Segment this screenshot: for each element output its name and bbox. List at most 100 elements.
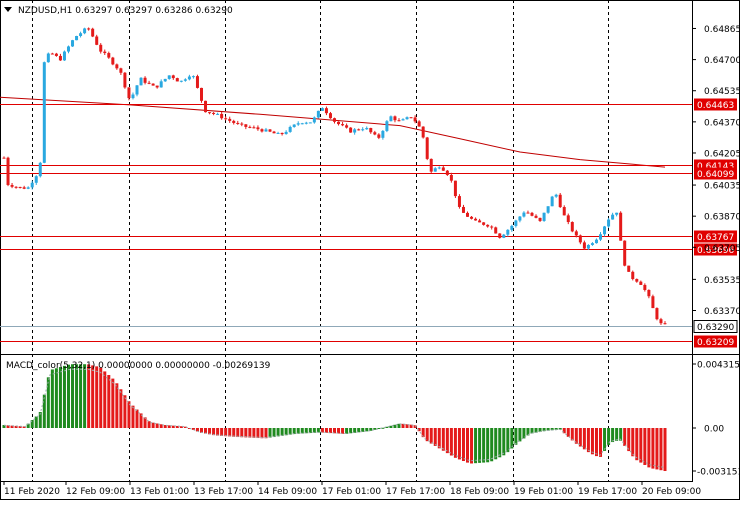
candle-body xyxy=(623,240,627,266)
candle-body xyxy=(123,72,127,88)
candle-body xyxy=(574,231,578,236)
candle-body xyxy=(353,129,357,133)
candle-body xyxy=(256,127,260,130)
candle-body xyxy=(651,296,655,309)
candle-body xyxy=(316,110,320,118)
candle-body xyxy=(461,206,465,213)
candle-body xyxy=(83,28,87,34)
candle-body xyxy=(131,94,135,99)
macd-bar xyxy=(220,428,224,436)
candle-body xyxy=(2,157,6,159)
candle-body xyxy=(272,131,276,134)
macd-bar xyxy=(87,364,91,428)
candle-body xyxy=(248,126,252,128)
macd-bar xyxy=(236,428,240,438)
candle-body xyxy=(155,85,159,88)
current-price-label: 0.63290 xyxy=(697,323,734,333)
candle-body xyxy=(111,57,115,65)
candle-body xyxy=(369,128,373,133)
candle-body xyxy=(42,62,46,163)
candle-body xyxy=(474,218,478,221)
candle-body xyxy=(220,113,224,119)
candle-body xyxy=(71,40,75,47)
time-label-5: 17 Feb 01:00 xyxy=(322,487,381,497)
candle-body xyxy=(288,126,292,132)
price-chart[interactable]: 0.644630.641430.640990.637670.636960.632… xyxy=(0,0,740,500)
price-tick-8: 0.63535 xyxy=(704,276,740,286)
candle-body xyxy=(34,176,38,183)
candle-body xyxy=(208,112,212,114)
macd-tick-2: -0.003151 xyxy=(697,468,740,478)
macd-tick-0: 0.0043154 xyxy=(697,361,740,371)
macd-bar xyxy=(256,428,260,439)
macd-bar xyxy=(216,428,220,436)
chart-window[interactable]: 0.64463 0.64143 0.64099 0.63767 0.63696 0.632… xyxy=(0,0,740,500)
macd-bar xyxy=(478,428,482,463)
price-tick-7: 0.63705 xyxy=(704,244,740,254)
macd-bar xyxy=(228,428,232,437)
candle-body xyxy=(453,180,457,197)
macd-bar xyxy=(83,364,87,428)
macd-bar xyxy=(252,428,256,438)
candle-body xyxy=(236,122,240,124)
candle-body xyxy=(647,289,651,297)
candle-body xyxy=(244,124,248,127)
candle-body xyxy=(558,194,562,208)
macd-bar xyxy=(244,428,248,438)
candle-body xyxy=(405,117,409,120)
macd-bar xyxy=(284,428,288,436)
macd-bar xyxy=(272,428,276,438)
candle-body xyxy=(50,53,54,55)
candle-body xyxy=(377,134,381,138)
candle-body xyxy=(199,87,203,101)
macd-bar xyxy=(445,428,449,454)
candle-body xyxy=(91,28,95,37)
macd-bar xyxy=(34,416,38,428)
macd-bar xyxy=(240,428,244,438)
macd-bar xyxy=(474,428,478,464)
candle-body xyxy=(599,234,603,240)
macd-bar xyxy=(590,428,594,455)
candle-body xyxy=(163,78,167,82)
candle-body xyxy=(345,125,349,128)
time-label-0: 11 Feb 2020 xyxy=(4,487,60,497)
candle-body xyxy=(147,82,151,84)
candle-body xyxy=(401,119,405,121)
candle-body xyxy=(75,36,79,41)
macd-bar xyxy=(115,383,119,428)
candle-body xyxy=(663,323,667,325)
candle-body xyxy=(127,87,131,99)
macd-bar xyxy=(260,428,264,439)
macd-bar xyxy=(288,428,292,435)
candle-body xyxy=(312,117,316,123)
macd-bar xyxy=(594,428,598,457)
candle-body xyxy=(482,222,486,225)
candle-body xyxy=(66,46,70,52)
candle-body xyxy=(530,212,534,216)
candle-body xyxy=(627,265,631,272)
price-tick-4: 0.64205 xyxy=(704,149,740,159)
candle-body xyxy=(119,68,123,73)
candle-body xyxy=(79,33,83,37)
candle-body xyxy=(445,170,449,175)
macd-bar xyxy=(453,428,457,458)
macd-bar xyxy=(518,428,522,442)
candle-body xyxy=(518,216,522,221)
candle-body xyxy=(578,235,582,243)
candle-body xyxy=(639,281,643,285)
candle-body xyxy=(357,129,361,131)
macd-bar xyxy=(54,368,58,428)
candle-body xyxy=(167,75,171,79)
candle-body xyxy=(30,182,34,188)
macd-bar xyxy=(429,428,433,444)
candle-body xyxy=(590,243,594,245)
candle-body xyxy=(10,184,14,187)
macd-bar xyxy=(349,428,353,434)
candle-body xyxy=(95,36,99,45)
candle-body xyxy=(6,157,10,185)
candle-body xyxy=(341,124,345,126)
candle-body xyxy=(99,44,103,52)
macd-bar xyxy=(449,428,453,456)
candle-body xyxy=(409,117,413,119)
macd-bar xyxy=(248,428,252,438)
